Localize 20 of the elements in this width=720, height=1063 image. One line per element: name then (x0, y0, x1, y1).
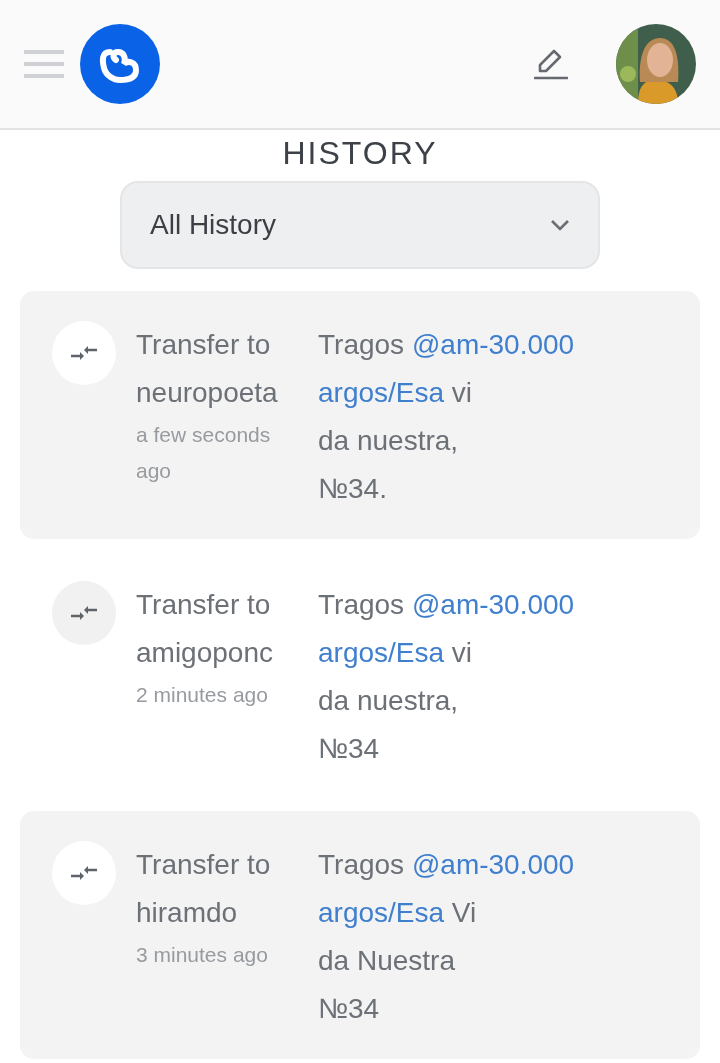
timestamp: 3 minutes ago (136, 942, 269, 969)
mention-link[interactable]: argos/Esa (318, 897, 445, 929)
timestamp: a few seconds ago (136, 422, 272, 485)
transfer-title: Transfer to neuropoeta (136, 328, 279, 411)
mention-link[interactable]: @am-30.000 (411, 589, 575, 621)
transfer-title: Transfer to amigoponc (136, 588, 274, 671)
mention-link[interactable]: argos/Esa (318, 377, 445, 409)
timestamp: 2 minutes ago (136, 682, 269, 709)
mention-link[interactable]: @am-30.000 (411, 849, 575, 881)
memo-text: Tragos @am-30.000 argos/Esa vi da nuestra, №34. (318, 328, 575, 507)
mention-link[interactable]: argos/Esa (318, 637, 445, 669)
memo-text: Tragos @am-30.000 argos/Esa vi da nuestra, №34 (318, 588, 575, 767)
edit-icon[interactable] (534, 47, 568, 81)
memo-text: Tragos @am-30.000 argos/Esa Vi da Nuestra №34 (318, 848, 575, 1027)
chevron-icon (550, 219, 570, 232)
page-heading: HISTORY (281, 136, 439, 172)
mention-link[interactable]: @am-30.000 (411, 329, 575, 361)
transfer-title: Transfer to hiramdo (136, 848, 272, 931)
filter-dropdown[interactable]: All History (120, 181, 600, 270)
logo[interactable] (80, 24, 160, 104)
